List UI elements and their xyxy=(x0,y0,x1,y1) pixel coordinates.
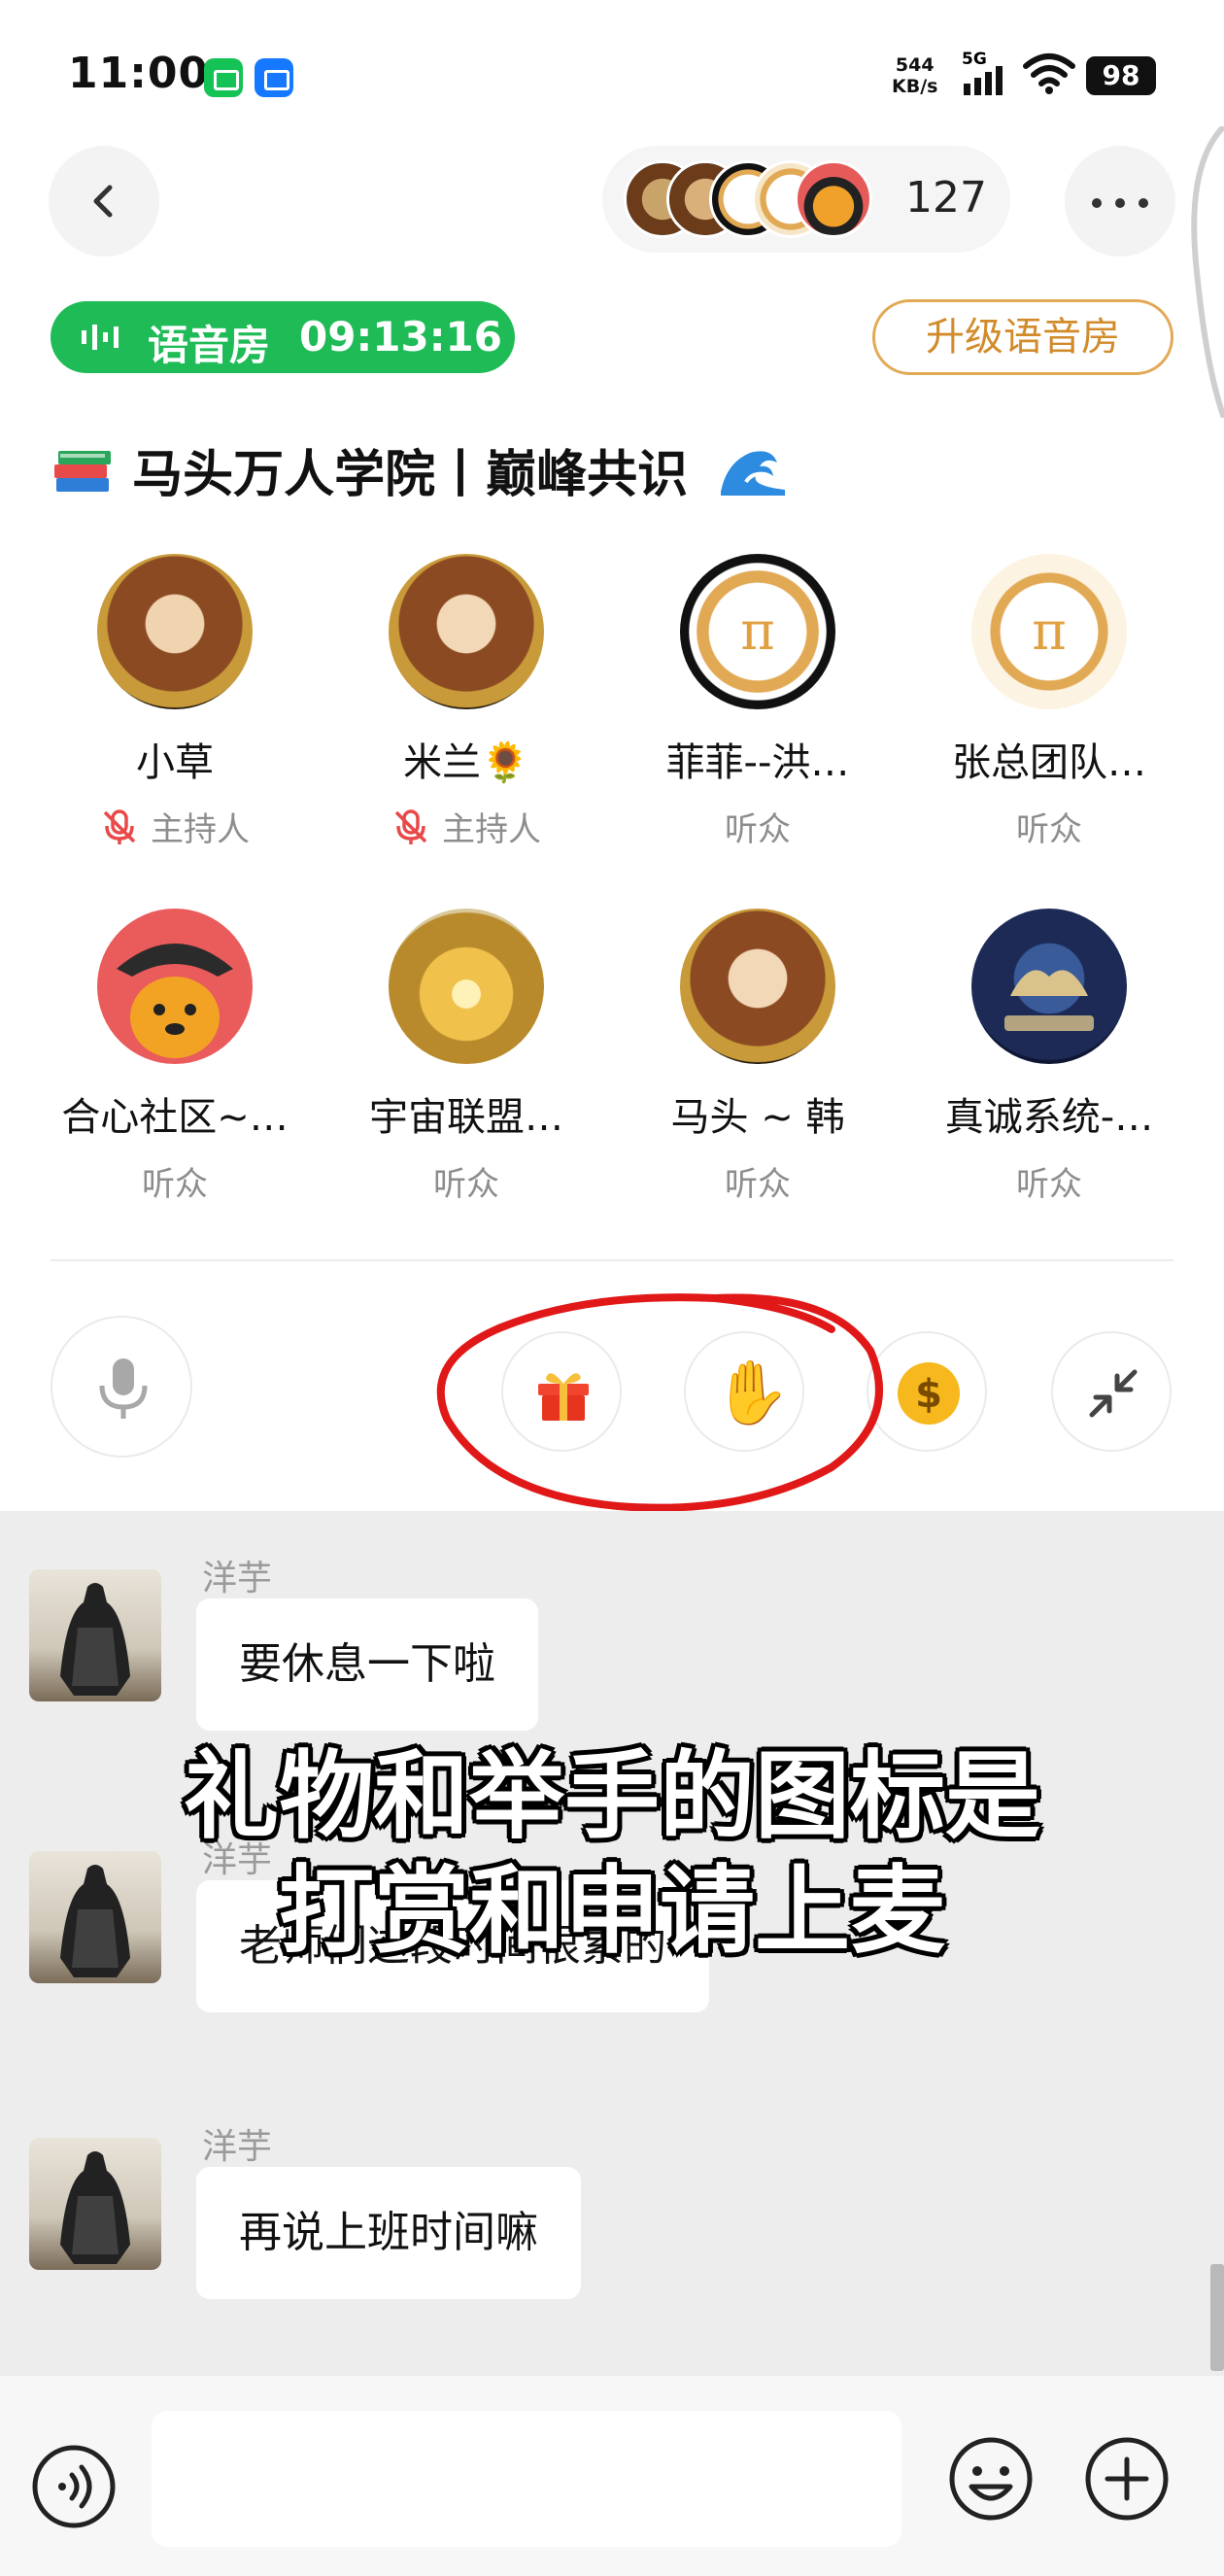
signal-5g-icon: 5G xyxy=(962,50,1003,95)
chat-bubble: 再说上班时间嘛 xyxy=(196,2167,581,2299)
chat-username: 洋芋 xyxy=(202,2127,273,2167)
audio-wave-icon xyxy=(82,325,119,350)
member-card[interactable]: 真诚系统-… 听众 xyxy=(903,909,1195,1229)
chat-avatar[interactable] xyxy=(29,1569,161,1701)
member-role-label: 主持人 xyxy=(442,810,541,849)
message-input[interactable] xyxy=(152,2411,901,2547)
member-avatar xyxy=(389,554,544,709)
input-bar xyxy=(0,2376,1224,2576)
more-dot xyxy=(1139,198,1148,208)
member-avatar xyxy=(97,554,253,709)
member-name: 合心社区~… xyxy=(61,1095,289,1140)
member-card[interactable]: 小草 主持人 xyxy=(29,554,321,875)
member-role: 听众 xyxy=(1016,810,1082,849)
emoji-icon[interactable] xyxy=(944,2432,1037,2525)
member-card[interactable]: 米兰🌻 主持人 xyxy=(321,554,612,875)
member-role: 听众 xyxy=(1016,1165,1082,1204)
books-icon xyxy=(54,450,111,492)
member-role: 听众 xyxy=(433,1165,499,1204)
voice-room-timer: 09:13:16 xyxy=(299,313,502,361)
microphone-button[interactable] xyxy=(51,1316,192,1458)
chat-username: 洋芋 xyxy=(202,1559,273,1598)
annotation-circle xyxy=(436,1293,883,1512)
member-avatar xyxy=(97,909,253,1064)
collapse-arrows-icon xyxy=(1089,1369,1138,1418)
more-dot xyxy=(1092,198,1102,208)
member-role: 主持人 xyxy=(29,803,321,850)
member-avatar: π xyxy=(680,554,835,709)
pirate-bear-avatar xyxy=(117,944,233,1058)
member-name: 宇宙联盟… xyxy=(369,1095,563,1140)
video-caption: 礼物和举手的图标是 打赏和申请上麦 xyxy=(97,1739,1127,1969)
horses-logo-icon xyxy=(1004,970,1094,1031)
chat-bubble: 要休息一下啦 xyxy=(196,1598,538,1731)
listener-avatars[interactable]: 127 xyxy=(602,146,1010,253)
back-button[interactable] xyxy=(49,146,159,257)
member-name: 马头 ~ 韩 xyxy=(670,1095,845,1140)
minimize-room-button[interactable] xyxy=(1051,1331,1172,1452)
wifi-icon xyxy=(1023,53,1075,94)
listener-count: 127 xyxy=(905,173,987,223)
add-plus-icon[interactable] xyxy=(1080,2432,1173,2525)
wechat-notification-icon xyxy=(204,58,243,97)
member-avatar xyxy=(389,909,544,1064)
member-avatar: π xyxy=(971,554,1127,709)
caption-line: 礼物和举手的图标是 xyxy=(183,1741,1040,1852)
mic-muted-icon xyxy=(394,809,427,844)
network-speed-value: 544 xyxy=(895,54,935,76)
ocean-wave-icon xyxy=(721,450,786,496)
network-speed-unit: KB/s xyxy=(892,76,938,97)
room-title-text: 马头万人学院丨巅峰共识 xyxy=(132,446,689,504)
network-speed: 544 KB/s xyxy=(892,54,937,97)
member-name: 菲菲--洪… xyxy=(665,740,850,785)
voice-room-badge: 语音房 09:13:16 xyxy=(51,301,515,373)
stacked-avatar xyxy=(795,160,872,238)
member-role: 听众 xyxy=(725,810,791,849)
cloaked-figure-avatar xyxy=(60,1583,130,1696)
member-role: 听众 xyxy=(142,1165,208,1204)
chevron-left-icon xyxy=(93,185,113,218)
svg-text:π: π xyxy=(1032,601,1067,662)
chat-avatar[interactable] xyxy=(29,2138,161,2270)
video-call-notification-icon xyxy=(255,58,293,97)
microphone-icon xyxy=(99,1358,148,1419)
member-name: 真诚系统-… xyxy=(944,1095,1154,1140)
caption-line: 打赏和申请上麦 xyxy=(278,1856,945,1967)
room-title: 马头万人学院丨巅峰共识 xyxy=(51,433,789,504)
member-name: 米兰🌻 xyxy=(403,740,529,785)
member-card[interactable]: 马头 ~ 韩 听众 xyxy=(612,909,903,1229)
member-card[interactable]: π 张总团队… 听众 xyxy=(903,554,1195,875)
voice-room-panel: 11:00 544 KB/s 5G 98 127 语音房 09:13:16 升级… xyxy=(0,0,1224,1512)
pi-logo-icon: π xyxy=(740,601,775,662)
member-role: 主持人 xyxy=(321,803,612,850)
member-avatar xyxy=(971,909,1127,1064)
member-avatar xyxy=(680,909,835,1064)
upgrade-voice-room-button[interactable]: 升级语音房 xyxy=(872,299,1173,375)
member-card[interactable]: π 菲菲--洪… 听众 xyxy=(612,554,903,875)
member-role: 听众 xyxy=(725,1165,791,1204)
member-card[interactable]: 宇宙联盟… 听众 xyxy=(321,909,612,1229)
edge-curve xyxy=(1191,126,1224,418)
more-dot xyxy=(1115,198,1125,208)
voice-room-label: 语音房 xyxy=(148,322,271,369)
more-options-button[interactable] xyxy=(1065,146,1175,257)
chat-scrollbar[interactable] xyxy=(1210,2264,1224,2371)
svg-text:π: π xyxy=(740,601,775,662)
battery-indicator: 98 xyxy=(1086,56,1156,95)
member-name: 张总团队… xyxy=(952,740,1146,785)
member-card[interactable]: 合心社区~… 听众 xyxy=(29,909,321,1229)
member-name: 小草 xyxy=(136,740,214,785)
coin-glyph: $ xyxy=(915,1372,942,1417)
mic-muted-icon xyxy=(103,809,136,844)
member-role-label: 主持人 xyxy=(151,810,250,849)
status-time: 11:00 xyxy=(68,49,210,98)
divider xyxy=(51,1259,1173,1261)
status-bar: 11:00 544 KB/s 5G 98 xyxy=(0,0,1224,146)
network-type-label: 5G xyxy=(962,50,987,69)
voice-input-icon[interactable] xyxy=(27,2440,120,2533)
pi-logo-icon: π xyxy=(1032,601,1067,662)
cloaked-figure-avatar xyxy=(60,2151,130,2264)
